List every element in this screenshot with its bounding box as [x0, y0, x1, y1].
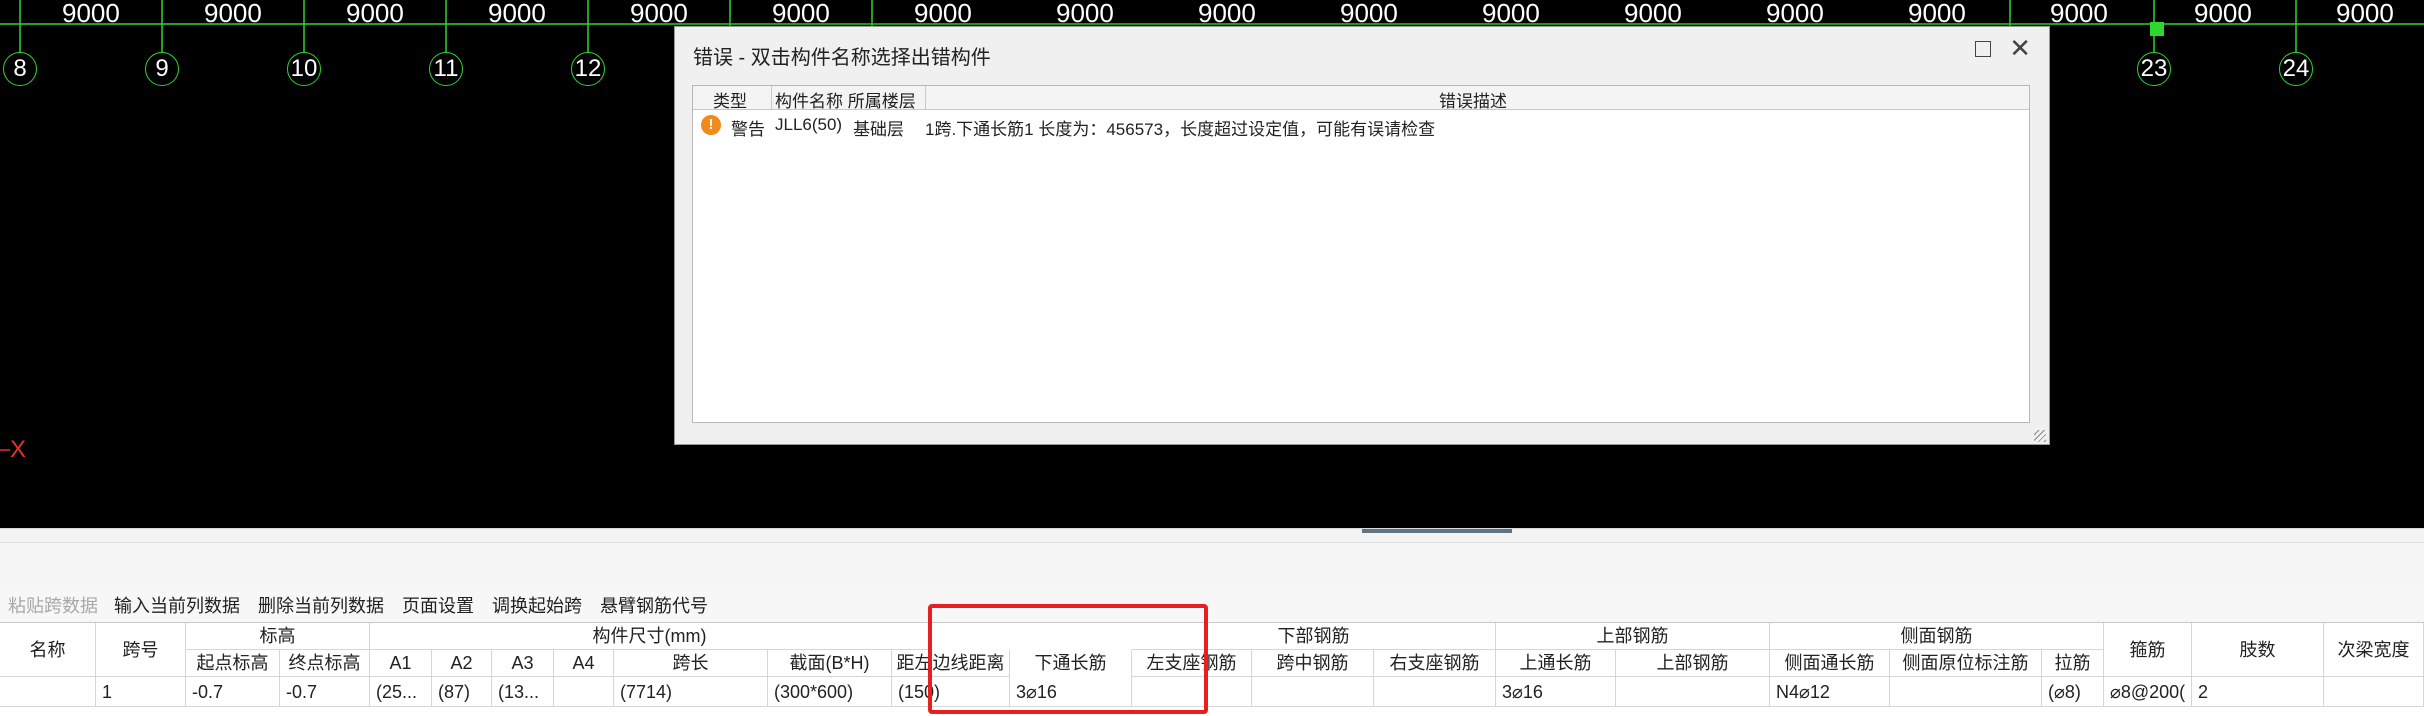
- axis-dimension: 9000: [1908, 0, 1966, 28]
- axis-dimension: 9000: [2336, 0, 2394, 28]
- error-list-header: 类型 构件名称 所属楼层 错误描述: [693, 86, 2029, 112]
- column-header-name-floor[interactable]: 构件名称 所属楼层: [775, 87, 916, 112]
- header-top-long[interactable]: 上通长筋: [1496, 650, 1616, 677]
- header-a4[interactable]: A4: [554, 650, 614, 677]
- axis-dimension: 9000: [1482, 0, 1540, 28]
- cell-section[interactable]: (300*600): [768, 677, 892, 707]
- cell-secondary-width[interactable]: [2324, 677, 2424, 707]
- error-floor: 基础层: [853, 120, 904, 139]
- axis-dimension: 9000: [914, 0, 972, 28]
- axis-dimension: 9000: [346, 0, 404, 28]
- header-a3[interactable]: A3: [492, 650, 554, 677]
- cell-mid-span[interactable]: [1252, 677, 1374, 707]
- cell-tie[interactable]: (⌀8): [2042, 677, 2104, 707]
- axis-dimension: 9000: [1198, 0, 1256, 28]
- cell-end-elev[interactable]: -0.7: [280, 677, 370, 707]
- column-header-description[interactable]: 错误描述: [1439, 87, 1507, 112]
- error-list[interactable]: 类型 构件名称 所属楼层 错误描述 ! 警告 JLL6(50) 基础层 1跨.下…: [692, 85, 2030, 423]
- header-name[interactable]: 名称: [0, 623, 96, 677]
- swap-start-span-button[interactable]: 调换起始跨: [492, 592, 582, 618]
- header-span[interactable]: 跨号: [96, 623, 186, 677]
- header-section[interactable]: 截面(B*H): [768, 650, 892, 677]
- cell-a1[interactable]: (25...: [370, 677, 432, 707]
- header-tie[interactable]: 拉筋: [2042, 650, 2104, 677]
- axis-number-bubble[interactable]: 10: [287, 52, 321, 86]
- cell-a4[interactable]: [554, 677, 614, 707]
- cell-span-length[interactable]: (7714): [614, 677, 768, 707]
- axis-number-bubble[interactable]: 9: [145, 52, 179, 86]
- axis-dimension: 9000: [62, 0, 120, 28]
- header-a1[interactable]: A1: [370, 650, 432, 677]
- error-row[interactable]: ! 警告 JLL6(50) 基础层 1跨.下通长筋1 长度为：456573，长度…: [693, 112, 2029, 139]
- paste-span-data-button[interactable]: 粘贴跨数据: [8, 592, 98, 618]
- cad-canvas[interactable]: 9000 9000 9000 9000 9000 9000 9000 9000 …: [0, 0, 2424, 528]
- group-header-top-rebar: 上部钢筋: [1496, 623, 1770, 650]
- header-stirrup[interactable]: 箍筋: [2104, 623, 2192, 677]
- column-header-type[interactable]: 类型: [713, 87, 747, 112]
- cell-span[interactable]: 1: [96, 677, 186, 707]
- axis-dimension: 9000: [1624, 0, 1682, 28]
- panel-spacer: [0, 542, 2424, 584]
- maximize-icon[interactable]: [1975, 41, 1991, 57]
- header-side-long[interactable]: 侧面通长筋: [1770, 650, 1890, 677]
- cantilever-code-button[interactable]: 悬臂钢筋代号: [600, 592, 708, 618]
- error-component-name[interactable]: JLL6(50): [775, 115, 842, 135]
- axis-dimension: 9000: [204, 0, 262, 28]
- group-header-side-rebar: 侧面钢筋: [1770, 623, 2104, 650]
- page-settings-button[interactable]: 页面设置: [402, 592, 474, 618]
- header-right-support[interactable]: 右支座钢筋: [1374, 650, 1496, 677]
- axis-dimension: 9000: [1766, 0, 1824, 28]
- axis-dimension: 9000: [2050, 0, 2108, 28]
- header-span-length[interactable]: 跨长: [614, 650, 768, 677]
- resize-grip[interactable]: [2034, 430, 2046, 442]
- axis-dimension: 9000: [488, 0, 546, 28]
- header-a2[interactable]: A2: [432, 650, 492, 677]
- header-mid-span[interactable]: 跨中钢筋: [1252, 650, 1374, 677]
- cell-start-elev[interactable]: -0.7: [186, 677, 280, 707]
- axis-dimension: 9000: [1340, 0, 1398, 28]
- panel-splitter[interactable]: [0, 528, 2424, 542]
- axis-number-bubble[interactable]: 11: [429, 52, 463, 86]
- delete-column-data-button[interactable]: 删除当前列数据: [258, 592, 384, 618]
- span-data-grid[interactable]: 名称 跨号 标高 构件尺寸(mm) 下通长筋 下部钢筋 上部钢筋 侧面钢筋 箍筋…: [0, 622, 2424, 716]
- header-end-elev[interactable]: 终点标高: [280, 650, 370, 677]
- axis-number-bubble[interactable]: 23: [2137, 52, 2171, 86]
- cell-a3[interactable]: (13...: [492, 677, 554, 707]
- x-axis-label: X: [10, 436, 27, 463]
- error-dialog[interactable]: 错误 - 双击构件名称选择出错构件 ✕ 类型 构件名称 所属楼层 错误描述 ! …: [674, 26, 2050, 445]
- header-top-rebar[interactable]: 上部钢筋: [1616, 650, 1770, 677]
- cell-a2[interactable]: (87): [432, 677, 492, 707]
- cell-right-support[interactable]: [1374, 677, 1496, 707]
- span-table-toolbar: 粘贴跨数据 输入当前列数据 删除当前列数据 页面设置 调换起始跨 悬臂钢筋代号: [0, 584, 2424, 622]
- cell-legs[interactable]: 2: [2192, 677, 2324, 707]
- cell-top-long[interactable]: 3⌀16: [1496, 677, 1616, 707]
- group-header-dimensions: 构件尺寸(mm): [370, 623, 930, 650]
- axis-dimension: 9000: [630, 0, 688, 28]
- input-column-data-button[interactable]: 输入当前列数据: [114, 592, 240, 618]
- error-description: 1跨.下通长筋1 长度为：456573，长度超过设定值，可能有误请检查: [925, 120, 1436, 139]
- header-secondary-width[interactable]: 次梁宽度: [2324, 623, 2424, 677]
- dialog-title: 错误 - 双击构件名称选择出错构件: [693, 47, 991, 69]
- error-type: 警告: [731, 120, 765, 139]
- header-start-elev[interactable]: 起点标高: [186, 650, 280, 677]
- axis-dimension: 9000: [1056, 0, 1114, 28]
- header-legs[interactable]: 肢数: [2192, 623, 2324, 677]
- cell-side-long[interactable]: N4⌀12: [1770, 677, 1890, 707]
- header-side-local[interactable]: 侧面原位标注筋: [1890, 650, 2042, 677]
- close-icon[interactable]: ✕: [2009, 33, 2031, 64]
- cell-stirrup[interactable]: ⌀8@200(: [2104, 677, 2192, 707]
- cell-name[interactable]: [0, 677, 96, 707]
- warning-icon: !: [701, 115, 721, 135]
- axis-number-bubble[interactable]: 12: [571, 52, 605, 86]
- axis-number-bubble[interactable]: 24: [2279, 52, 2313, 86]
- axis-number-bubble[interactable]: 8: [3, 52, 37, 86]
- axis-dimension: 9000: [772, 0, 830, 28]
- splitter-handle[interactable]: [1362, 529, 1512, 533]
- group-header-elevation: 标高: [186, 623, 370, 650]
- cell-side-local[interactable]: [1890, 677, 2042, 707]
- annotation-highlight-box: [928, 604, 1208, 714]
- cell-top-rebar[interactable]: [1616, 677, 1770, 707]
- axis-dimension: 9000: [2194, 0, 2252, 28]
